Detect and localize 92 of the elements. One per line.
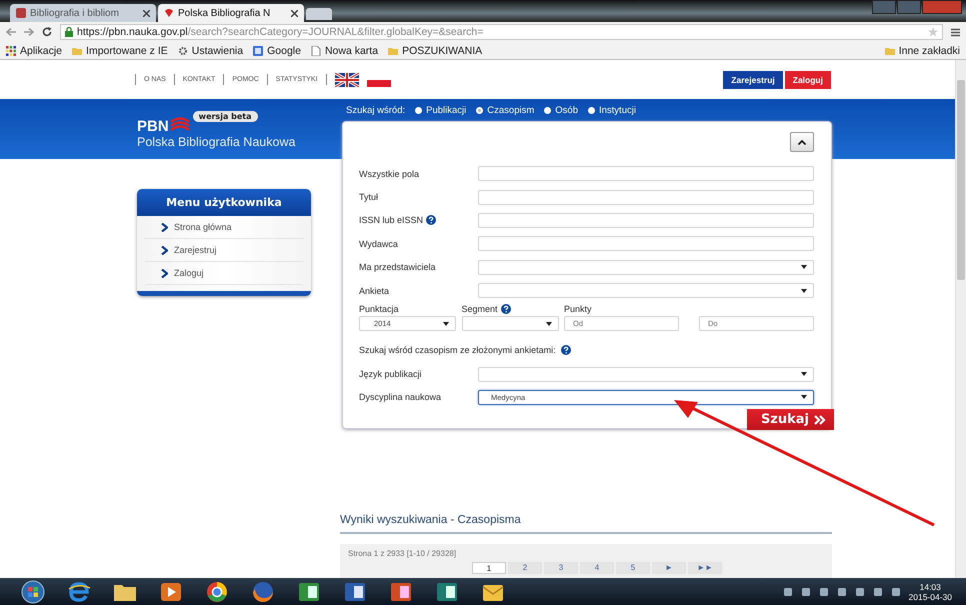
- field-label: Tytuł: [359, 192, 378, 202]
- grid-icon: [6, 46, 16, 56]
- dropdown-arrow-icon: [801, 265, 807, 270]
- scope-label: Szukaj wśród:: [346, 104, 406, 116]
- dropdown-arrow-icon: [443, 322, 449, 326]
- browser-tab[interactable]: Polska Bibliografia N: [158, 4, 304, 22]
- field-label: Wszystkie pola: [359, 168, 420, 179]
- gear-icon: [178, 46, 188, 56]
- bookmark-item[interactable]: Aplikacje: [6, 44, 62, 56]
- bookmark-item[interactable]: POSZUKIWANIA: [388, 44, 482, 56]
- address-field[interactable]: https://pbn.nauka.gov.pl/search?searchCategory=JOURNAL&filter.globalKey=&search=: [60, 24, 943, 40]
- field-label: ISSN lub eISSN: [359, 215, 424, 226]
- page-button[interactable]: ►: [652, 562, 686, 574]
- collapse-button[interactable]: [790, 132, 814, 152]
- favicon-icon: [16, 8, 26, 18]
- logo-text: PBN: [137, 118, 169, 135]
- forward-icon[interactable]: [24, 28, 34, 36]
- url-text: https://pbn.nauka.gov.pl/search?searchCategory=JOURNAL&filter.globalKey=&search=: [77, 26, 484, 38]
- field-label: Wydawca: [359, 238, 398, 249]
- field-label: Segment: [462, 304, 498, 314]
- browser-tab[interactable]: Bibliografia i bibliom: [10, 4, 156, 22]
- help-icon[interactable]: [426, 215, 436, 226]
- radio-option[interactable]: Czasopism: [476, 104, 534, 116]
- field-label: Punkty: [564, 304, 593, 314]
- page-button[interactable]: 2: [508, 562, 542, 574]
- dropdown-arrow-icon: [801, 288, 807, 293]
- double-chevron-icon: [814, 414, 826, 424]
- reload-icon[interactable]: [42, 27, 52, 37]
- page-button[interactable]: 1: [472, 562, 506, 574]
- bookmark-item[interactable]: Nowa karta: [310, 44, 378, 56]
- close-icon[interactable]: [143, 10, 150, 16]
- tray-icon[interactable]: [836, 586, 847, 596]
- radio-option[interactable]: Osób: [544, 104, 578, 116]
- folder-icon: [388, 46, 398, 56]
- scrollbar[interactable]: [955, 60, 966, 578]
- bookmark-item[interactable]: Google: [253, 44, 301, 56]
- page-button[interactable]: ►►: [688, 562, 722, 574]
- dropdown-arrow-icon: [801, 372, 807, 376]
- tray-icon[interactable]: [818, 586, 829, 596]
- menu-item[interactable]: Zaloguj: [145, 262, 303, 285]
- lock-icon: [65, 27, 73, 37]
- field-label: Język publikacji: [359, 369, 422, 380]
- site-name: Polska Bibliografia Naukowa: [137, 135, 296, 149]
- filter-note: Szukaj wśród czasopism ze złożonymi ankietami:: [359, 345, 556, 356]
- radio-option[interactable]: Publikacji: [415, 104, 466, 116]
- page-icon: [310, 46, 321, 56]
- field-label: Ankieta: [359, 286, 390, 296]
- page-button[interactable]: 4: [580, 562, 614, 574]
- menu-item[interactable]: Strona główna: [145, 216, 303, 239]
- bookmark-item[interactable]: Inne zakładki: [884, 44, 960, 56]
- results-heading: Wyniki wyszukiwania - Czasopisma: [340, 514, 832, 534]
- search-button[interactable]: Szukaj: [746, 409, 834, 430]
- login-button[interactable]: Zaloguj: [784, 70, 831, 88]
- folder-icon: [72, 46, 82, 56]
- beta-badge: wersja beta: [192, 111, 258, 122]
- page-button[interactable]: 3: [544, 562, 578, 574]
- input-field[interactable]: [478, 236, 814, 252]
- chevron-icon: [161, 222, 168, 232]
- dropdown-arrow-icon: [546, 322, 552, 326]
- folder-icon: [884, 46, 895, 56]
- scrollbar-thumb[interactable]: [957, 80, 965, 280]
- chevron-icon: [161, 268, 168, 278]
- start-button[interactable]: [20, 580, 46, 604]
- radio-option[interactable]: Instytucji: [588, 104, 636, 116]
- chevron-icon: [161, 246, 168, 254]
- close-icon[interactable]: [291, 10, 298, 16]
- register-button[interactable]: Zarejestruj: [723, 70, 783, 88]
- menu-title: Menu użytkownika: [137, 189, 311, 216]
- field-label: Ma przedstawiciela: [359, 262, 436, 272]
- help-icon[interactable]: [500, 304, 511, 314]
- menu-item[interactable]: Zarejestruj: [145, 239, 303, 262]
- field-label: Punktacja: [359, 304, 400, 314]
- square-icon: [253, 46, 264, 56]
- favicon-icon: [164, 8, 174, 18]
- star-icon[interactable]: [928, 27, 938, 37]
- page-button[interactable]: 5: [616, 562, 650, 574]
- chevron-up-icon: [798, 140, 806, 144]
- bookmark-item[interactable]: Ustawienia: [178, 44, 244, 56]
- clock-date: 2015-04-30: [908, 592, 952, 602]
- results-summary: Strona 1 z 2933 [1-10 / 29328]: [348, 549, 458, 558]
- dropdown-arrow-icon: [801, 395, 807, 400]
- input-field[interactable]: [478, 166, 814, 182]
- back-icon[interactable]: [6, 28, 16, 36]
- menu-icon[interactable]: [951, 28, 960, 36]
- close-button[interactable]: [922, 0, 962, 14]
- bookmark-item[interactable]: Importowane z IE: [72, 44, 168, 56]
- input-field[interactable]: [478, 190, 814, 205]
- clock-time: 14:03: [918, 582, 942, 592]
- tray-icon[interactable]: [782, 586, 793, 596]
- input-field[interactable]: [478, 212, 814, 228]
- field-label: Dyscyplina naukowa: [359, 392, 442, 402]
- help-icon[interactable]: [560, 345, 571, 356]
